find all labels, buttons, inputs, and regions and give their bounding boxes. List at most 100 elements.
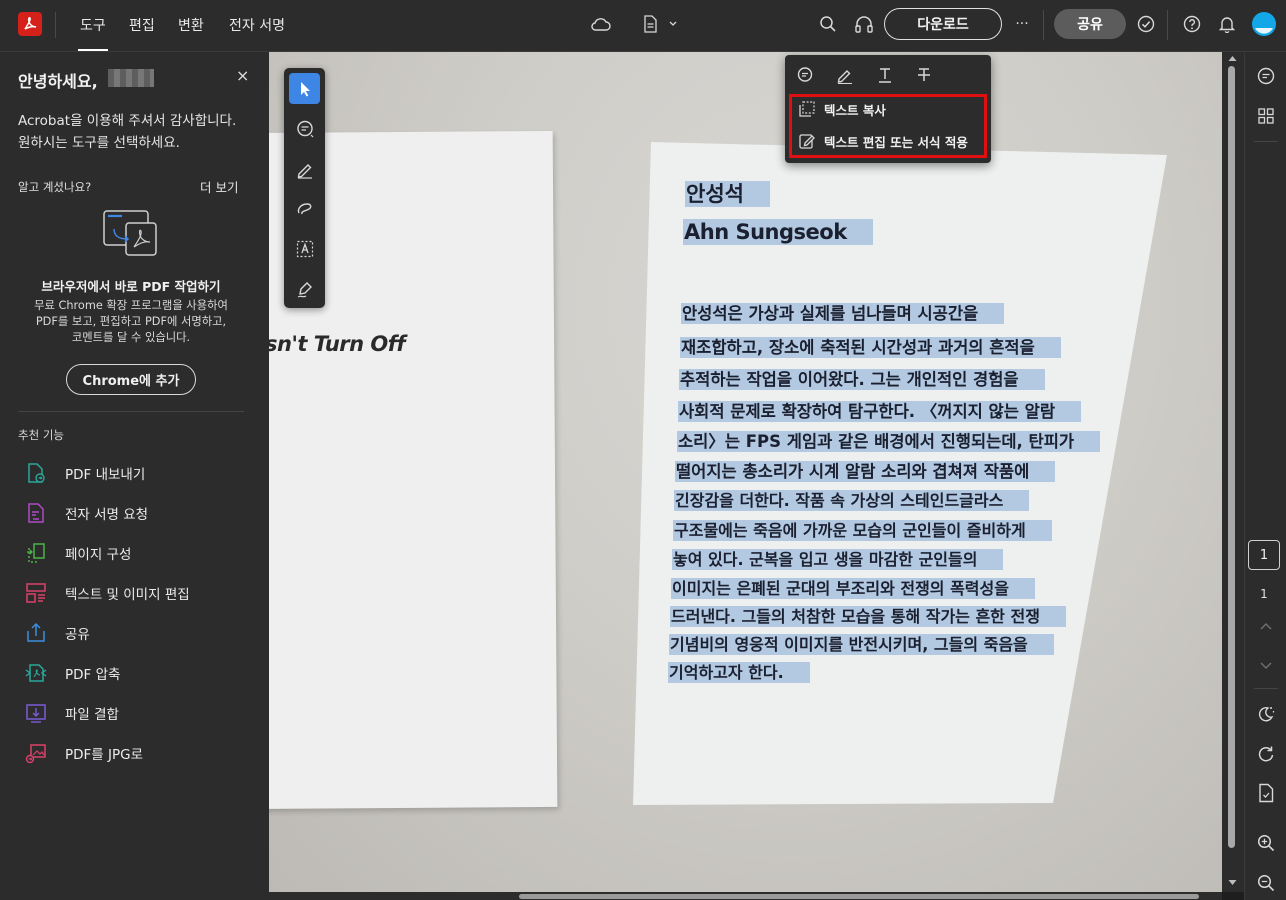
cloud-icon[interactable] (589, 12, 613, 36)
export-pdf-icon (24, 461, 48, 485)
body-text-line[interactable]: 이미지는 은폐된 군대의 부조리와 전쟁의 폭력성을 (671, 575, 1035, 599)
welcome-message: Acrobat을 이용해 주셔서 감사합니다. 원하시는 도구를 선택하세요. (18, 110, 253, 154)
document-menu-icon[interactable] (640, 12, 680, 36)
promo-line: 코멘트를 달 수 있습니다. (71, 331, 191, 344)
body-text-line[interactable]: 긴장감을 더한다. 작품 속 가상의 스테인드글라스 (674, 487, 1030, 511)
next-page-chevron-down-icon[interactable] (1254, 654, 1278, 678)
body-text-line[interactable]: 구조물에는 죽음에 가까운 모습의 군인들이 즐비하게 (673, 517, 1052, 541)
right-side-rail: 1 1 (1244, 52, 1286, 900)
text-box-tool-icon[interactable] (289, 233, 320, 264)
read-aloud-headphones-icon[interactable] (852, 12, 876, 36)
dark-mode-toggle-icon[interactable] (1254, 702, 1278, 726)
body-text-line[interactable]: 추적하는 작업을 이어왔다. 그는 개인적인 경험을 (679, 366, 1045, 390)
strikethrough-icon[interactable] (913, 64, 935, 86)
page-thumbnails-icon[interactable] (1254, 104, 1278, 128)
document-properties-icon[interactable] (1254, 781, 1278, 805)
tab-edit[interactable]: 편집 (129, 15, 155, 51)
artist-name-english[interactable]: Ahn Sungseok (683, 219, 873, 245)
add-to-chrome-button[interactable]: Chrome에 추가 (66, 364, 196, 395)
tool-compress-pdf[interactable]: PDF 압축 (24, 660, 254, 686)
tool-pdf-to-jpg[interactable]: PDF를 JPG로 (24, 740, 254, 766)
underline-icon[interactable] (874, 64, 896, 86)
top-toolbar: 도구 편집 변환 전자 서명 다운로드 ··· 공유 (0, 0, 1286, 52)
more-options-icon[interactable]: ··· (1010, 12, 1034, 36)
tool-label: 전자 서명 요청 (65, 507, 149, 523)
check-circle-icon[interactable] (1134, 12, 1158, 36)
body-text-line[interactable]: 떨어지는 총소리가 시계 알람 소리와 겹쳐져 작품에 (675, 458, 1056, 482)
body-text-line[interactable]: 안성석은 가상과 실제를 넘나들며 시공간을 (681, 300, 1005, 324)
body-text-line[interactable]: 사회적 문제로 확장하여 탐구한다. 〈꺼지지 않는 알람 (678, 398, 1082, 422)
body-text-line[interactable]: 기억하고자 한다. (668, 659, 810, 683)
body-text-line[interactable]: 드러낸다. 그들의 처참한 모습을 통해 작가는 흔한 전쟁 (670, 603, 1066, 627)
copy-text-icon (797, 99, 817, 119)
tab-tools[interactable]: 도구 (78, 15, 108, 51)
body-text-line[interactable]: 소리〉는 FPS 게임과 같은 배경에서 진행되는데, 탄피가 (677, 428, 1101, 452)
see-more-link[interactable]: 더 보기 (200, 177, 238, 196)
share-icon (24, 621, 48, 645)
horizontal-scrollbar[interactable] (269, 892, 1222, 900)
menu-item-label: 텍스트 편집 또는 서식 적용 (824, 134, 968, 150)
notifications-bell-icon[interactable] (1215, 12, 1239, 36)
tab-e-sign[interactable]: 전자 서명 (229, 15, 285, 51)
tool-label: PDF 압축 (65, 667, 121, 683)
horizontal-scroll-thumb[interactable] (519, 894, 1199, 899)
scroll-up-arrow-icon[interactable] (1228, 55, 1237, 62)
select-tool-button[interactable] (289, 73, 320, 104)
download-button[interactable]: 다운로드 (884, 8, 1002, 40)
body-text-line[interactable]: 기념비의 영웅적 이미지를 반전시키며, 그들의 죽음을 (669, 631, 1054, 655)
close-panel-icon[interactable]: × (236, 66, 249, 85)
vertical-scroll-thumb[interactable] (1228, 66, 1235, 848)
promo-description: 무료 Chrome 확장 프로그램을 사용하여 PDF를 보고, 편집하고 PD… (22, 298, 240, 346)
menu-item-label: 텍스트 복사 (824, 102, 886, 118)
zoom-in-icon[interactable] (1254, 831, 1278, 855)
tool-label: PDF를 JPG로 (65, 747, 144, 763)
welcome-line: Acrobat을 이용해 주셔서 감사합니다. (18, 113, 237, 129)
copy-text-menu-item[interactable]: 텍스트 복사 (797, 98, 886, 120)
artist-name-korean[interactable]: 안성석 (685, 178, 770, 208)
tool-edit-text-image[interactable]: 텍스트 및 이미지 편집 (24, 580, 254, 606)
edit-text-icon (797, 131, 817, 151)
welcome-line: 원하시는 도구를 선택하세요. (18, 135, 180, 151)
body-text-line[interactable]: 재조합하고, 장소에 축적된 시간성과 과거의 흔적을 (680, 334, 1061, 358)
tool-label: 텍스트 및 이미지 편집 (65, 587, 190, 603)
acrobat-logo-icon[interactable] (18, 12, 42, 36)
organize-pages-icon (24, 541, 48, 565)
total-pages: 1 (1260, 587, 1268, 601)
share-button[interactable]: 공유 (1054, 9, 1126, 39)
tool-request-signature[interactable]: 전자 서명 요청 (24, 500, 254, 526)
divider (1254, 141, 1278, 142)
promo-line: PDF를 보고, 편집하고 PDF에 서명하고, (35, 315, 227, 328)
tool-organize-pages[interactable]: 페이지 구성 (24, 540, 254, 566)
user-avatar[interactable] (1251, 11, 1277, 37)
vertical-scrollbar[interactable] (1222, 52, 1244, 892)
promo-line: 무료 Chrome 확장 프로그램을 사용하여 (34, 299, 228, 312)
help-icon[interactable] (1180, 12, 1204, 36)
edit-text-image-icon (24, 581, 48, 605)
draw-freehand-icon[interactable] (289, 193, 320, 224)
tool-share[interactable]: 공유 (24, 620, 254, 646)
divider (1254, 688, 1278, 689)
add-comment-icon[interactable] (794, 64, 816, 86)
highlight-pen-icon[interactable] (289, 153, 320, 184)
previous-page-chevron-up-icon[interactable] (1254, 614, 1278, 638)
comment-tool-icon[interactable] (289, 113, 320, 144)
body-text-line[interactable]: 놓여 있다. 군복을 입고 생을 마감한 군인들의 (672, 546, 1004, 570)
search-icon[interactable] (816, 12, 840, 36)
tab-convert[interactable]: 변환 (178, 15, 204, 51)
sign-pen-icon[interactable] (289, 273, 320, 304)
zoom-out-icon[interactable] (1254, 871, 1278, 895)
tool-label: 파일 결합 (65, 707, 119, 723)
highlight-icon[interactable] (834, 64, 856, 86)
tool-combine-files[interactable]: 파일 결합 (24, 700, 254, 726)
promo-title: 브라우저에서 바로 PDF 작업하기 (41, 279, 221, 294)
tool-label: 페이지 구성 (65, 547, 132, 563)
rotate-icon[interactable] (1254, 742, 1278, 766)
edit-text-menu-item[interactable]: 텍스트 편집 또는 서식 적용 (797, 130, 968, 152)
current-page-input[interactable]: 1 (1248, 540, 1280, 570)
scroll-down-arrow-icon[interactable] (1228, 879, 1237, 886)
greeting-title: 안녕하세요, (18, 72, 98, 91)
tool-export-pdf[interactable]: PDF 내보내기 (24, 460, 254, 486)
recommended-heading: 추천 기능 (18, 428, 64, 442)
document-viewport[interactable]: sn't Turn Off 안성석 Ahn Sungseok 안성석은 가상과 … (269, 52, 1222, 892)
comments-panel-icon[interactable] (1254, 64, 1278, 88)
